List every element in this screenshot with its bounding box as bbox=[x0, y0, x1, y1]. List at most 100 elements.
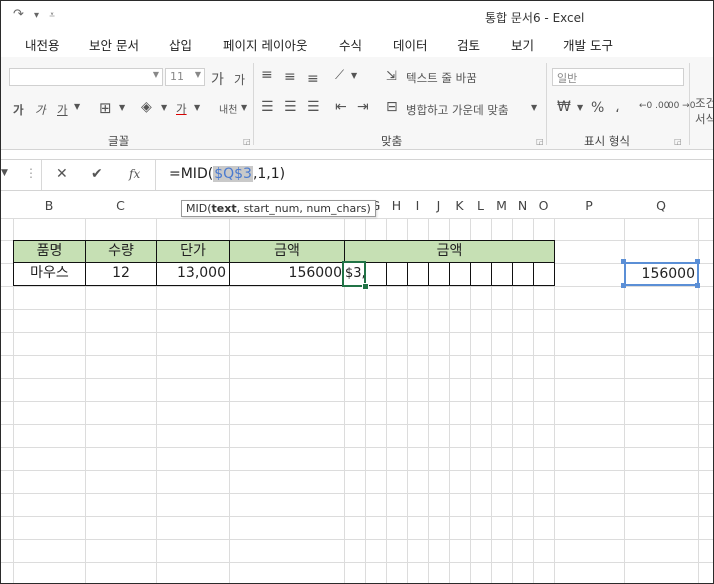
column-header-m[interactable]: M bbox=[491, 194, 512, 218]
font-name-dropdown[interactable]: ▼ bbox=[9, 68, 163, 86]
font-size-dropdown[interactable]: 11 ▼ bbox=[165, 68, 205, 86]
tab-security[interactable]: 보안 문서 bbox=[89, 35, 139, 54]
underline-button[interactable]: 가 bbox=[57, 102, 68, 118]
name-box-dropdown-icon[interactable]: ▼ bbox=[1, 168, 8, 178]
conditional-format-label[interactable]: 조건 bbox=[695, 95, 713, 111]
column-header-k[interactable]: K bbox=[449, 194, 470, 218]
customize-qat-icon[interactable]: ⩡ bbox=[49, 10, 55, 21]
redo-icon[interactable]: ↷ bbox=[13, 7, 24, 22]
chevron-down-icon[interactable]: ▼ bbox=[161, 103, 167, 112]
header-cell-name[interactable]: 품명 bbox=[13, 240, 86, 263]
wrap-text-icon[interactable]: ⇲ bbox=[386, 69, 397, 84]
align-center-icon[interactable]: ☰ bbox=[284, 99, 297, 115]
currency-icon[interactable]: ₩ bbox=[557, 99, 571, 115]
divider bbox=[253, 63, 254, 145]
reference-corner-handle[interactable] bbox=[695, 283, 700, 288]
tab-view[interactable]: 보기 bbox=[511, 35, 534, 54]
header-cell-amount-merged[interactable]: 금액 bbox=[344, 240, 555, 263]
grid-line bbox=[1, 539, 713, 540]
digit-cell[interactable] bbox=[533, 262, 555, 286]
reference-corner-handle[interactable] bbox=[695, 259, 700, 264]
wrap-text-button[interactable]: 텍스트 줄 바꿈 bbox=[406, 70, 477, 86]
chevron-down-icon[interactable]: ▼ bbox=[194, 103, 200, 112]
enter-icon[interactable]: ✔ bbox=[91, 166, 103, 182]
orientation-icon[interactable]: ⟋ bbox=[335, 68, 344, 83]
merge-center-icon[interactable]: ⊟ bbox=[386, 99, 398, 115]
column-header-j[interactable]: J bbox=[428, 194, 449, 218]
chevron-down-icon[interactable]: ▼ bbox=[351, 71, 357, 80]
tab-page-layout[interactable]: 페이지 레이아웃 bbox=[223, 35, 307, 54]
font-grow-button[interactable]: 가 bbox=[211, 69, 224, 89]
digit-cell[interactable] bbox=[407, 262, 429, 286]
cell-qty[interactable]: 12 bbox=[85, 262, 157, 286]
dialog-launcher-icon[interactable]: ◲ bbox=[674, 137, 682, 146]
tab-developer[interactable]: 개발 도구 bbox=[563, 35, 613, 54]
divider bbox=[41, 160, 42, 190]
comma-button[interactable]: ، bbox=[615, 100, 620, 116]
conditional-format-label-2[interactable]: 서식 bbox=[695, 111, 713, 127]
digit-cell[interactable] bbox=[449, 262, 471, 286]
tooltip-rest: , start_num, num_chars) bbox=[236, 202, 371, 215]
phonetic-button[interactable]: 내천 bbox=[219, 101, 237, 116]
borders-icon[interactable]: ⊞ bbox=[99, 99, 112, 117]
chevron-down-icon[interactable]: ▾ bbox=[34, 10, 39, 21]
column-header-p[interactable]: P bbox=[554, 194, 624, 218]
fill-handle[interactable] bbox=[362, 283, 369, 290]
function-tooltip[interactable]: MID(text, start_num, num_chars) bbox=[181, 200, 376, 217]
digit-cell[interactable] bbox=[512, 262, 534, 286]
reference-corner-handle[interactable] bbox=[621, 259, 626, 264]
reference-corner-handle[interactable] bbox=[621, 283, 626, 288]
tab-insert[interactable]: 삽입 bbox=[169, 35, 192, 54]
align-middle-icon[interactable]: ≡ bbox=[284, 69, 296, 85]
chevron-down-icon[interactable]: ▼ bbox=[531, 103, 537, 112]
column-header-h[interactable]: H bbox=[386, 194, 407, 218]
digit-cell[interactable] bbox=[428, 262, 450, 286]
align-left-icon[interactable]: ☰ bbox=[261, 99, 274, 115]
percent-button[interactable]: % bbox=[591, 100, 604, 116]
column-header-o[interactable]: O bbox=[533, 194, 554, 218]
column-header-b[interactable]: B bbox=[13, 194, 85, 218]
font-shrink-button[interactable]: 가 bbox=[234, 71, 245, 88]
tab-home[interactable]: 내전용 bbox=[25, 35, 60, 54]
decrease-decimal-button[interactable]: .00 →0 bbox=[665, 101, 695, 111]
chevron-down-icon[interactable]: ▼ bbox=[577, 103, 583, 112]
chevron-down-icon[interactable]: ▼ bbox=[119, 103, 125, 112]
tab-formulas[interactable]: 수식 bbox=[339, 35, 362, 54]
merge-center-button[interactable]: 병합하고 가운데 맞춤 bbox=[406, 102, 509, 118]
digit-cell[interactable] bbox=[470, 262, 492, 286]
chevron-down-icon[interactable]: ▼ bbox=[74, 102, 80, 111]
cell-amount[interactable]: 156000 bbox=[229, 262, 345, 286]
cell-name[interactable]: 마우스 bbox=[13, 262, 86, 286]
align-top-icon[interactable]: ≡ bbox=[261, 67, 273, 83]
header-cell-price[interactable]: 단가 bbox=[156, 240, 230, 263]
align-right-icon[interactable]: ☰ bbox=[307, 99, 320, 115]
number-format-dropdown[interactable]: 일반 bbox=[552, 68, 684, 86]
chevron-down-icon[interactable]: ▼ bbox=[241, 103, 247, 112]
font-color-button[interactable]: 가 bbox=[176, 101, 187, 117]
cell-price[interactable]: 13,000 bbox=[156, 262, 230, 286]
column-header-l[interactable]: L bbox=[470, 194, 491, 218]
header-cell-qty[interactable]: 수량 bbox=[85, 240, 157, 263]
digit-cell[interactable] bbox=[386, 262, 408, 286]
cancel-icon[interactable]: ✕ bbox=[56, 166, 68, 182]
column-header-c[interactable]: C bbox=[85, 194, 156, 218]
decrease-indent-icon[interactable]: ⇤ bbox=[335, 99, 347, 115]
bold-button[interactable]: 가 bbox=[13, 102, 24, 118]
column-header-q[interactable]: Q bbox=[624, 194, 698, 218]
italic-button[interactable]: 가 bbox=[35, 102, 46, 118]
column-header-i[interactable]: I bbox=[407, 194, 428, 218]
fill-color-icon[interactable]: ◈ bbox=[141, 99, 152, 115]
digit-cell[interactable] bbox=[491, 262, 513, 286]
increase-indent-icon[interactable]: ⇥ bbox=[357, 99, 369, 115]
align-bottom-icon[interactable]: ≡ bbox=[307, 71, 319, 87]
tab-data[interactable]: 데이터 bbox=[393, 35, 428, 54]
tab-review[interactable]: 검토 bbox=[457, 35, 480, 54]
header-cell-amount[interactable]: 금액 bbox=[229, 240, 345, 263]
column-header-n[interactable]: N bbox=[512, 194, 533, 218]
cell-q3-reference[interactable]: 156000 bbox=[624, 262, 699, 286]
dialog-launcher-icon[interactable]: ◲ bbox=[536, 137, 544, 146]
formula-input[interactable]: =MID($Q$3,1,1) bbox=[169, 166, 285, 182]
grip-icon: ⋮ bbox=[25, 166, 37, 180]
dialog-launcher-icon[interactable]: ◲ bbox=[243, 137, 251, 146]
insert-function-icon[interactable]: fx bbox=[129, 167, 140, 181]
